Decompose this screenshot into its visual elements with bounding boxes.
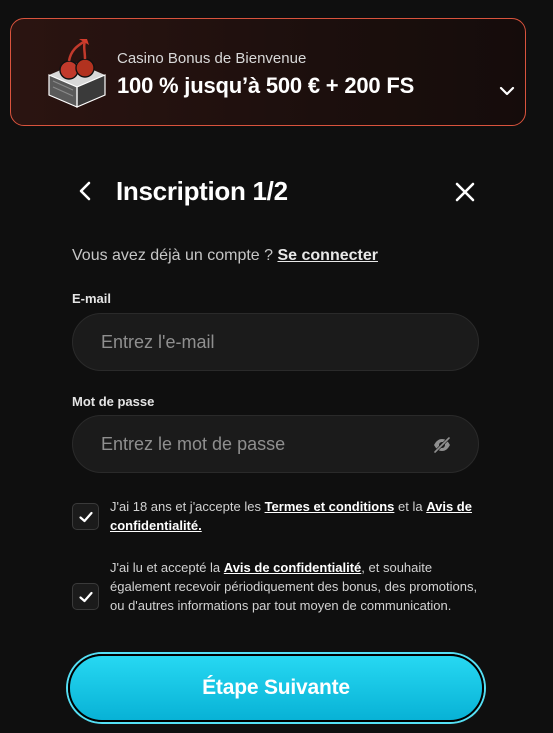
terms-consent-before: J'ai 18 ans et j'accepte les bbox=[110, 499, 261, 514]
eye-off-icon[interactable] bbox=[432, 435, 452, 455]
marketing-consent-text: J'ai lu et accepté la Avis de confidenti… bbox=[110, 558, 490, 615]
login-link[interactable]: Se connecter bbox=[277, 247, 377, 264]
email-label: E-mail bbox=[72, 291, 112, 306]
terms-checkbox[interactable] bbox=[72, 503, 99, 530]
marketing-consent-before: J'ai lu et accepté la bbox=[110, 560, 221, 575]
password-label: Mot de passe bbox=[72, 394, 155, 409]
login-prompt-text: Vous avez déjà un compte ? bbox=[72, 247, 274, 264]
chevron-down-icon[interactable] bbox=[497, 81, 517, 101]
terms-consent-middle: et la bbox=[398, 499, 423, 514]
privacy-link-2[interactable]: Avis de confidentialité bbox=[224, 560, 362, 575]
terms-consent-text: J'ai 18 ans et j'accepte les Termes et c… bbox=[110, 497, 490, 535]
gift-box-icon bbox=[43, 35, 111, 109]
chevron-left-icon bbox=[79, 181, 91, 201]
checkmark-icon bbox=[78, 511, 93, 522]
close-button[interactable] bbox=[453, 180, 477, 204]
close-icon bbox=[455, 182, 475, 202]
page-title: Inscription 1/2 bbox=[116, 176, 288, 206]
next-step-button[interactable]: Étape Suivante bbox=[68, 654, 484, 722]
password-field-wrapper bbox=[72, 415, 479, 473]
email-field-wrapper bbox=[72, 313, 479, 371]
bonus-subtitle: Casino Bonus de Bienvenue bbox=[117, 50, 307, 67]
bonus-banner[interactable]: Casino Bonus de Bienvenue 100 % jusqu’à … bbox=[10, 18, 526, 126]
marketing-checkbox[interactable] bbox=[72, 583, 99, 610]
login-prompt: Vous avez déjà un compte ? Se connecter bbox=[72, 246, 378, 266]
terms-link[interactable]: Termes et conditions bbox=[265, 499, 395, 514]
bonus-title: 100 % jusqu’à 500 € + 200 FS bbox=[117, 73, 415, 98]
checkmark-icon bbox=[78, 591, 93, 602]
back-button[interactable] bbox=[74, 178, 98, 204]
password-field[interactable] bbox=[73, 416, 478, 472]
email-field[interactable] bbox=[73, 314, 478, 370]
